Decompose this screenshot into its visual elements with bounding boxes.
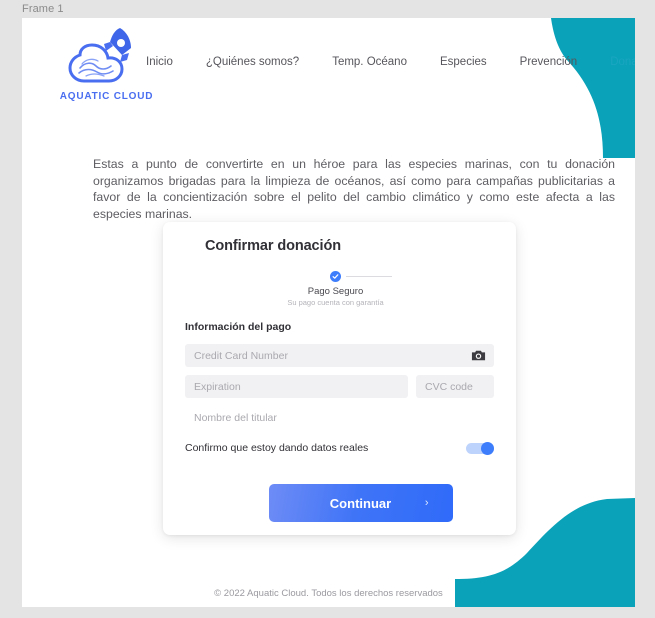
card-title: Confirmar donación <box>205 238 341 254</box>
hero-paragraph: Estas a punto de convertirte en un héroe… <box>93 157 615 221</box>
continue-button[interactable]: Continuar › <box>268 484 453 522</box>
camera-icon[interactable] <box>471 348 486 363</box>
cloud-rocket-wave-icon <box>67 28 131 83</box>
nav-link-especies[interactable]: Especies <box>440 54 487 70</box>
nav-link-quienes-somos[interactable]: ¿Quiénes somos? <box>206 54 299 70</box>
confirm-real-data-label: Confirmo que estoy dando datos reales <box>185 442 369 454</box>
stepper-sublabel: Su pago cuenta con garantía <box>287 298 384 307</box>
donation-card: Confirmar donación Pago Seguro Su pago c… <box>163 222 516 535</box>
nav-link-donar[interactable]: Donar <box>610 54 635 70</box>
stepper-connector-line <box>345 275 392 278</box>
nav-link-temp-oceano[interactable]: Temp. Océano <box>332 54 407 70</box>
payment-section-title: Información del pago <box>185 321 292 333</box>
stepper-row <box>329 271 392 282</box>
holder-name-row <box>185 406 494 429</box>
frame-label: Frame 1 <box>22 3 64 15</box>
brand-name: AQUATIC CLOUD <box>59 91 154 102</box>
card-number-row <box>185 344 494 367</box>
main-navigation: Inicio ¿Quiénes somos? Temp. Océano Espe… <box>146 54 635 70</box>
credit-card-number-input[interactable] <box>185 344 494 367</box>
chevron-right-icon: › <box>424 497 429 509</box>
page-canvas: AQUATIC CLOUD Inicio ¿Quiénes somos? Tem… <box>22 18 635 607</box>
footer-copyright: © 2022 Aquatic Cloud. Todos los derechos… <box>214 588 443 599</box>
holder-name-input[interactable] <box>185 406 494 429</box>
nav-link-prevencion[interactable]: Prevención <box>520 54 578 70</box>
nav-link-inicio[interactable]: Inicio <box>146 54 173 70</box>
navbar: AQUATIC CLOUD Inicio ¿Quiénes somos? Tem… <box>22 18 635 118</box>
expiration-input[interactable] <box>185 375 408 398</box>
confirm-real-data-toggle[interactable] <box>466 441 494 455</box>
payment-stepper: Pago Seguro Su pago cuenta con garantía <box>206 271 515 307</box>
check-circle-icon <box>329 271 341 282</box>
continue-button-label: Continuar <box>329 495 392 511</box>
confirm-real-data-row: Confirmo que estoy dando datos reales <box>185 441 494 455</box>
expiration-cvc-row <box>185 375 494 398</box>
stepper-label: Pago Seguro <box>307 286 364 297</box>
cvc-code-input[interactable] <box>416 375 494 398</box>
